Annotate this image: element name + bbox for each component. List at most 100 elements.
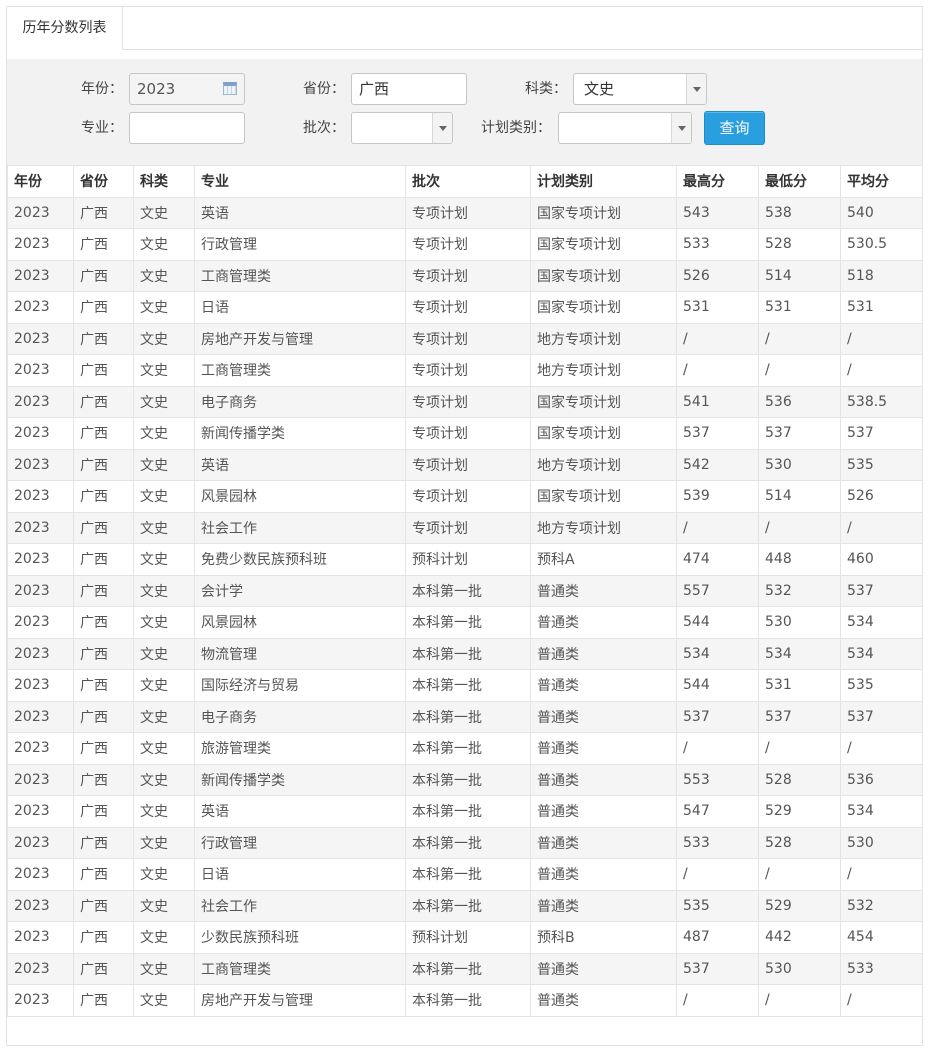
cell-max-score: 533 [676, 826, 759, 859]
cell-max-score: / [676, 354, 759, 387]
cell-min-score: 448 [758, 543, 841, 576]
cell-max-score: / [676, 732, 759, 765]
cell-max-score: 537 [676, 952, 759, 985]
header-max-score: 最高分 [676, 165, 759, 198]
batch-select[interactable] [351, 112, 453, 144]
cell-category: 文史 [133, 732, 195, 765]
cell-year: 2023 [7, 354, 74, 387]
cell-year: 2023 [7, 385, 74, 418]
plan-type-select[interactable] [558, 112, 692, 144]
cell-province: 广西 [73, 637, 134, 670]
cell-min-score: / [758, 354, 841, 387]
cell-batch: 本科第一批 [405, 637, 531, 670]
cell-max-score: 557 [676, 574, 759, 607]
cell-category: 文史 [133, 354, 195, 387]
cell-plan-type: 国家专项计划 [530, 480, 677, 513]
cell-max-score: 487 [676, 921, 759, 954]
header-year: 年份 [7, 165, 74, 198]
province-input[interactable]: 广西 [351, 73, 467, 105]
cell-plan-type: 国家专项计划 [530, 259, 677, 292]
cell-plan-type: 国家专项计划 [530, 385, 677, 418]
cell-avg-score: / [840, 354, 923, 387]
category-select[interactable]: 文史 [573, 73, 707, 105]
cell-max-score: / [676, 858, 759, 891]
cell-plan-type: 预科B [530, 921, 677, 954]
cell-avg-score: 540 [840, 196, 923, 229]
cell-plan-type: 地方专项计划 [530, 448, 677, 481]
cell-max-score: 541 [676, 385, 759, 418]
chevron-down-icon[interactable] [671, 113, 691, 143]
query-button[interactable]: 查询 [704, 111, 765, 145]
table-row: 2023 广西 文史 日语 专项计划 国家专项计划 531 531 531 [7, 291, 923, 324]
chevron-down-icon[interactable] [432, 113, 452, 143]
table-row: 2023 广西 文史 房地产开发与管理 专项计划 地方专项计划 / / / [7, 322, 923, 355]
cell-avg-score: 534 [840, 637, 923, 670]
table-row: 2023 广西 文史 风景园林 本科第一批 普通类 544 530 534 [7, 606, 923, 639]
cell-year: 2023 [7, 448, 74, 481]
cell-category: 文史 [133, 763, 195, 796]
year-input[interactable]: 2023 [129, 73, 245, 105]
table-row: 2023 广西 文史 行政管理 本科第一批 普通类 533 528 530 [7, 826, 923, 859]
cell-plan-type: 预科A [530, 543, 677, 576]
cell-province: 广西 [73, 543, 134, 576]
header-category: 科类 [133, 165, 195, 198]
cell-avg-score: / [840, 322, 923, 355]
plan-type-label: 计划类别： [481, 120, 551, 136]
cell-category: 文史 [133, 606, 195, 639]
cell-avg-score: 534 [840, 795, 923, 828]
cell-year: 2023 [7, 543, 74, 576]
calendar-icon[interactable] [223, 82, 237, 95]
cell-max-score: 531 [676, 291, 759, 324]
cell-province: 广西 [73, 795, 134, 828]
cell-province: 广西 [73, 952, 134, 985]
cell-category: 文史 [133, 700, 195, 733]
major-input[interactable] [129, 112, 245, 144]
cell-province: 广西 [73, 984, 134, 1017]
cell-plan-type: 普通类 [530, 984, 677, 1017]
cell-province: 广西 [73, 889, 134, 922]
cell-major: 电子商务 [194, 385, 406, 418]
cell-province: 广西 [73, 448, 134, 481]
cell-min-score: 534 [758, 637, 841, 670]
cell-year: 2023 [7, 732, 74, 765]
cell-major: 英语 [194, 196, 406, 229]
cell-plan-type: 普通类 [530, 700, 677, 733]
cell-province: 广西 [73, 700, 134, 733]
cell-max-score: 543 [676, 196, 759, 229]
cell-min-score: 531 [758, 669, 841, 702]
cell-batch: 专项计划 [405, 322, 531, 355]
cell-max-score: 534 [676, 637, 759, 670]
cell-min-score: 514 [758, 259, 841, 292]
cell-category: 文史 [133, 291, 195, 324]
cell-min-score: / [758, 322, 841, 355]
cell-avg-score: 533 [840, 952, 923, 985]
cell-plan-type: 普通类 [530, 858, 677, 891]
table-row: 2023 广西 文史 社会工作 专项计划 地方专项计划 / / / [7, 511, 923, 544]
cell-year: 2023 [7, 700, 74, 733]
cell-min-score: 530 [758, 606, 841, 639]
province-value: 广西 [359, 80, 390, 98]
cell-category: 文史 [133, 984, 195, 1017]
table-row: 2023 广西 文史 新闻传播学类 专项计划 国家专项计划 537 537 537 [7, 417, 923, 450]
cell-min-score: / [758, 732, 841, 765]
cell-min-score: 531 [758, 291, 841, 324]
cell-province: 广西 [73, 228, 134, 261]
header-min-score: 最低分 [758, 165, 841, 198]
cell-min-score: 528 [758, 826, 841, 859]
cell-plan-type: 普通类 [530, 795, 677, 828]
chevron-down-icon[interactable] [686, 74, 706, 104]
cell-batch: 专项计划 [405, 196, 531, 229]
tab-score-list[interactable]: 历年分数列表 [7, 7, 123, 50]
header-batch: 批次 [405, 165, 531, 198]
cell-min-score: 529 [758, 889, 841, 922]
cell-category: 文史 [133, 543, 195, 576]
cell-category: 文史 [133, 921, 195, 954]
cell-year: 2023 [7, 259, 74, 292]
cell-major: 风景园林 [194, 480, 406, 513]
table-row: 2023 广西 文史 会计学 本科第一批 普通类 557 532 537 [7, 574, 923, 607]
cell-min-score: 528 [758, 763, 841, 796]
table-row: 2023 广西 文史 物流管理 本科第一批 普通类 534 534 534 [7, 637, 923, 670]
cell-major: 社会工作 [194, 511, 406, 544]
cell-year: 2023 [7, 574, 74, 607]
cell-min-score: 532 [758, 574, 841, 607]
